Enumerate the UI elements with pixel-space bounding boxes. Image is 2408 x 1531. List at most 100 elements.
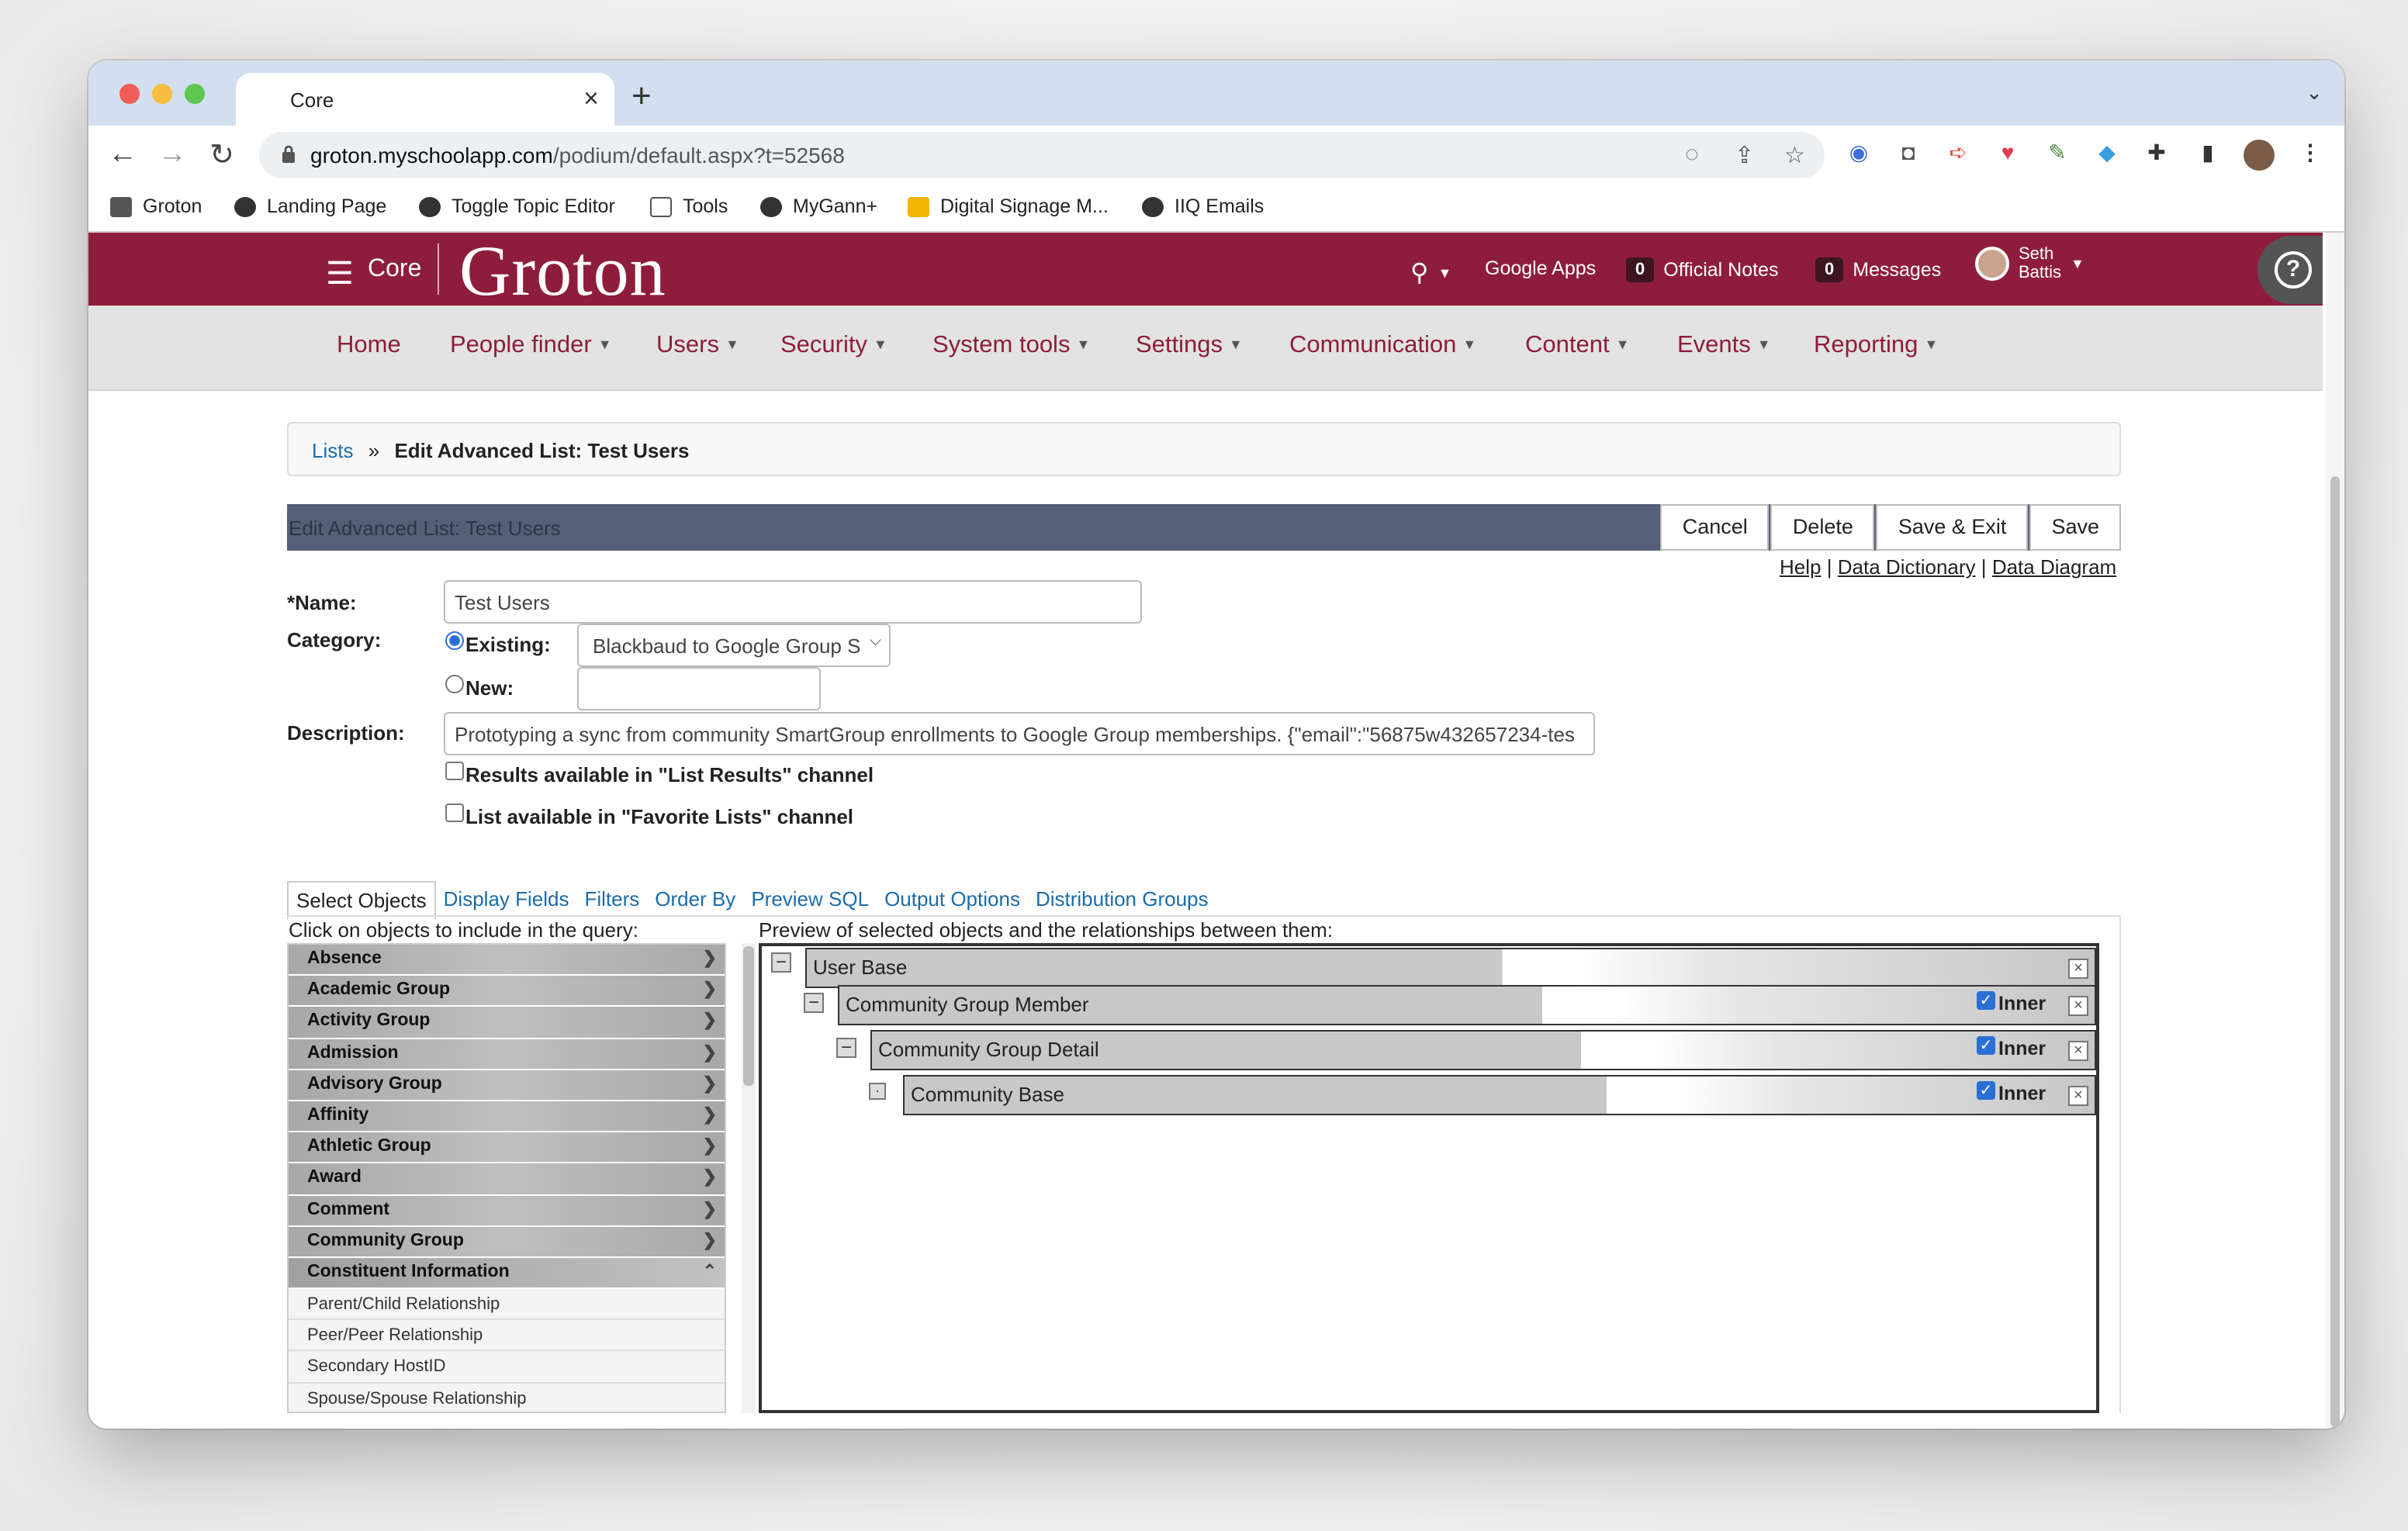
extensions-puzzle-icon[interactable]: ✚ [2141, 140, 2172, 171]
category-select[interactable]: Blackbaud to Google Group S ⌵ [577, 624, 891, 667]
delete-button[interactable]: Delete [1770, 504, 1875, 551]
list-item[interactable]: Community Group ❯ [289, 1226, 725, 1258]
pocket-icon[interactable]: ♥ [1992, 140, 2023, 171]
inner-join-checkbox[interactable]: ✓ [1977, 1081, 1995, 1100]
description-field[interactable]: Prototyping a sync from community SmartG… [444, 712, 1595, 755]
nav-content[interactable]: Content ▼ [1525, 332, 1629, 360]
browser-tab[interactable]: Core × [236, 73, 614, 126]
nav-communication[interactable]: Communication ▼ [1289, 332, 1476, 360]
reload-icon[interactable]: ↻ [205, 138, 239, 174]
messages-link[interactable]: 0 Messages [1815, 257, 1941, 282]
close-tab-icon[interactable]: × [583, 84, 599, 115]
nav-home[interactable]: Home [337, 332, 401, 360]
remove-node-icon[interactable]: × [2068, 1041, 2088, 1061]
objects-scrollbar[interactable] [742, 943, 756, 1413]
results-channel-checkbox[interactable] [445, 762, 464, 780]
existing-radio[interactable] [445, 631, 464, 650]
data-diagram-link[interactable]: Data Diagram [1992, 555, 2116, 579]
save-button[interactable]: Save [2029, 504, 2121, 551]
nav-users[interactable]: Users ▼ [656, 332, 739, 360]
inner-join-checkbox[interactable]: ✓ [1977, 1036, 1995, 1055]
scrollbar-thumb[interactable] [2330, 476, 2340, 1427]
tab-distribution-groups[interactable]: Distribution Groups [1028, 881, 1216, 920]
close-window-button[interactable] [119, 84, 140, 104]
back-icon[interactable]: ← [106, 138, 140, 172]
list-subitem[interactable]: Spouse/Spouse Relationship [289, 1383, 725, 1412]
save-exit-button[interactable]: Save & Exit [1876, 504, 2029, 551]
nav-events[interactable]: Events ▼ [1677, 332, 1771, 360]
tab-preview-sql[interactable]: Preview SQL [743, 881, 877, 920]
inner-join-checkbox[interactable]: ✓ [1977, 991, 1995, 1010]
bookmark-mygann[interactable]: MyGann+ [760, 195, 877, 217]
new-category-field[interactable] [577, 667, 821, 710]
bookmark-toggle-topic-editor[interactable]: Toggle Topic Editor [419, 195, 615, 217]
share-icon[interactable]: ⇪ [1735, 141, 1754, 169]
tab-select-objects[interactable]: Select Objects [287, 881, 436, 920]
list-item[interactable]: Academic Group ❯ [289, 976, 725, 1007]
school-logo[interactable]: Groton [459, 233, 666, 312]
scrollbar-thumb[interactable] [743, 946, 754, 1086]
node-community-group-member[interactable]: Community Group Member ✓ Inner × [838, 985, 2096, 1025]
bookmark-groton[interactable]: Groton [110, 195, 202, 217]
official-notes-link[interactable]: 0 Official Notes [1626, 257, 1778, 282]
browser-menu-icon[interactable]: ⋮ [2295, 140, 2326, 171]
list-item[interactable]: Admission ❯ [289, 1039, 725, 1070]
eye-off-icon[interactable]: ◌ [1685, 141, 1699, 168]
bookmark-iiq-emails[interactable]: IIQ Emails [1142, 195, 1264, 217]
new-tab-icon[interactable]: + [631, 76, 652, 116]
camera-icon[interactable]: ◘ [1893, 140, 1924, 171]
list-subitem[interactable]: Secondary HostID [289, 1351, 725, 1384]
search-menu[interactable]: ⚲ ▼ [1410, 257, 1451, 289]
tab-filters[interactable]: Filters [577, 881, 648, 920]
profile-avatar-icon[interactable] [2244, 140, 2275, 171]
list-subitem[interactable]: Parent/Child Relationship [289, 1289, 725, 1321]
bookmark-star-icon[interactable]: ☆ [1784, 141, 1805, 169]
bookmark-landing-page[interactable]: Landing Page [234, 195, 386, 217]
remove-node-icon[interactable]: × [2068, 959, 2088, 979]
list-item[interactable]: Award ❯ [289, 1163, 725, 1195]
collapse-icon[interactable]: − [836, 1038, 856, 1058]
extension-pen-icon[interactable]: ✎ [2042, 140, 2073, 171]
data-dictionary-link[interactable]: Data Dictionary [1838, 555, 1976, 579]
collapse-icon[interactable]: − [804, 993, 824, 1013]
nav-system-tools[interactable]: System tools ▼ [932, 332, 1090, 360]
minimize-window-button[interactable] [152, 84, 172, 104]
tab-output-options[interactable]: Output Options [877, 881, 1028, 920]
page-scrollbar[interactable] [2326, 233, 2344, 1429]
node-user-base[interactable]: User Base × [805, 948, 2096, 988]
list-item[interactable]: Advisory Group ❯ [289, 1070, 725, 1101]
collapse-icon[interactable]: − [771, 952, 791, 973]
favorite-channel-checkbox[interactable] [445, 804, 464, 822]
name-field[interactable]: Test Users [444, 580, 1142, 624]
bookmark-tools[interactable]: Tools [650, 195, 728, 217]
hamburger-menu-icon[interactable]: ☰ [326, 254, 354, 293]
breadcrumb-lists-link[interactable]: Lists [312, 439, 353, 462]
cancel-button[interactable]: Cancel [1660, 504, 1770, 551]
list-item[interactable]: Comment ❯ [289, 1195, 725, 1227]
list-item[interactable]: Constituent Information ⌃ [289, 1257, 725, 1290]
sidebar-icon[interactable]: ▮ [2192, 140, 2223, 171]
bookmark-digital-signage[interactable]: Digital Signage M... [908, 195, 1109, 217]
extension-arrow-icon[interactable]: ➪ [1943, 140, 1974, 171]
help-link[interactable]: Help [1780, 555, 1822, 579]
list-item[interactable]: Athletic Group ❯ [289, 1132, 725, 1164]
tab-display-fields[interactable]: Display Fields [436, 881, 577, 920]
list-item[interactable]: Affinity ❯ [289, 1101, 725, 1133]
user-menu[interactable]: Seth Battis ▼ [1975, 245, 2085, 282]
app-name[interactable]: Core [368, 256, 421, 284]
tab-order-by[interactable]: Order By [647, 881, 743, 920]
new-radio[interactable] [445, 675, 464, 693]
forward-icon[interactable]: → [155, 138, 189, 172]
node-community-base[interactable]: Community Base ✓ Inner × [903, 1075, 2096, 1115]
nav-people-finder[interactable]: People finder ▼ [450, 332, 612, 360]
extension-1password-icon[interactable]: ◉ [1843, 140, 1874, 171]
help-button[interactable]: ? [2258, 236, 2323, 304]
list-item[interactable]: Absence ❯ [289, 945, 725, 976]
zoom-window-button[interactable] [185, 84, 205, 104]
tab-search-icon[interactable]: ⌄ [2306, 81, 2323, 105]
nav-settings[interactable]: Settings ▼ [1136, 332, 1243, 360]
google-apps-link[interactable]: Google Apps [1485, 257, 1596, 279]
remove-node-icon[interactable]: × [2068, 1086, 2088, 1106]
nav-reporting[interactable]: Reporting ▼ [1814, 332, 1938, 360]
extension-diamond-icon[interactable]: ◆ [2091, 140, 2123, 171]
